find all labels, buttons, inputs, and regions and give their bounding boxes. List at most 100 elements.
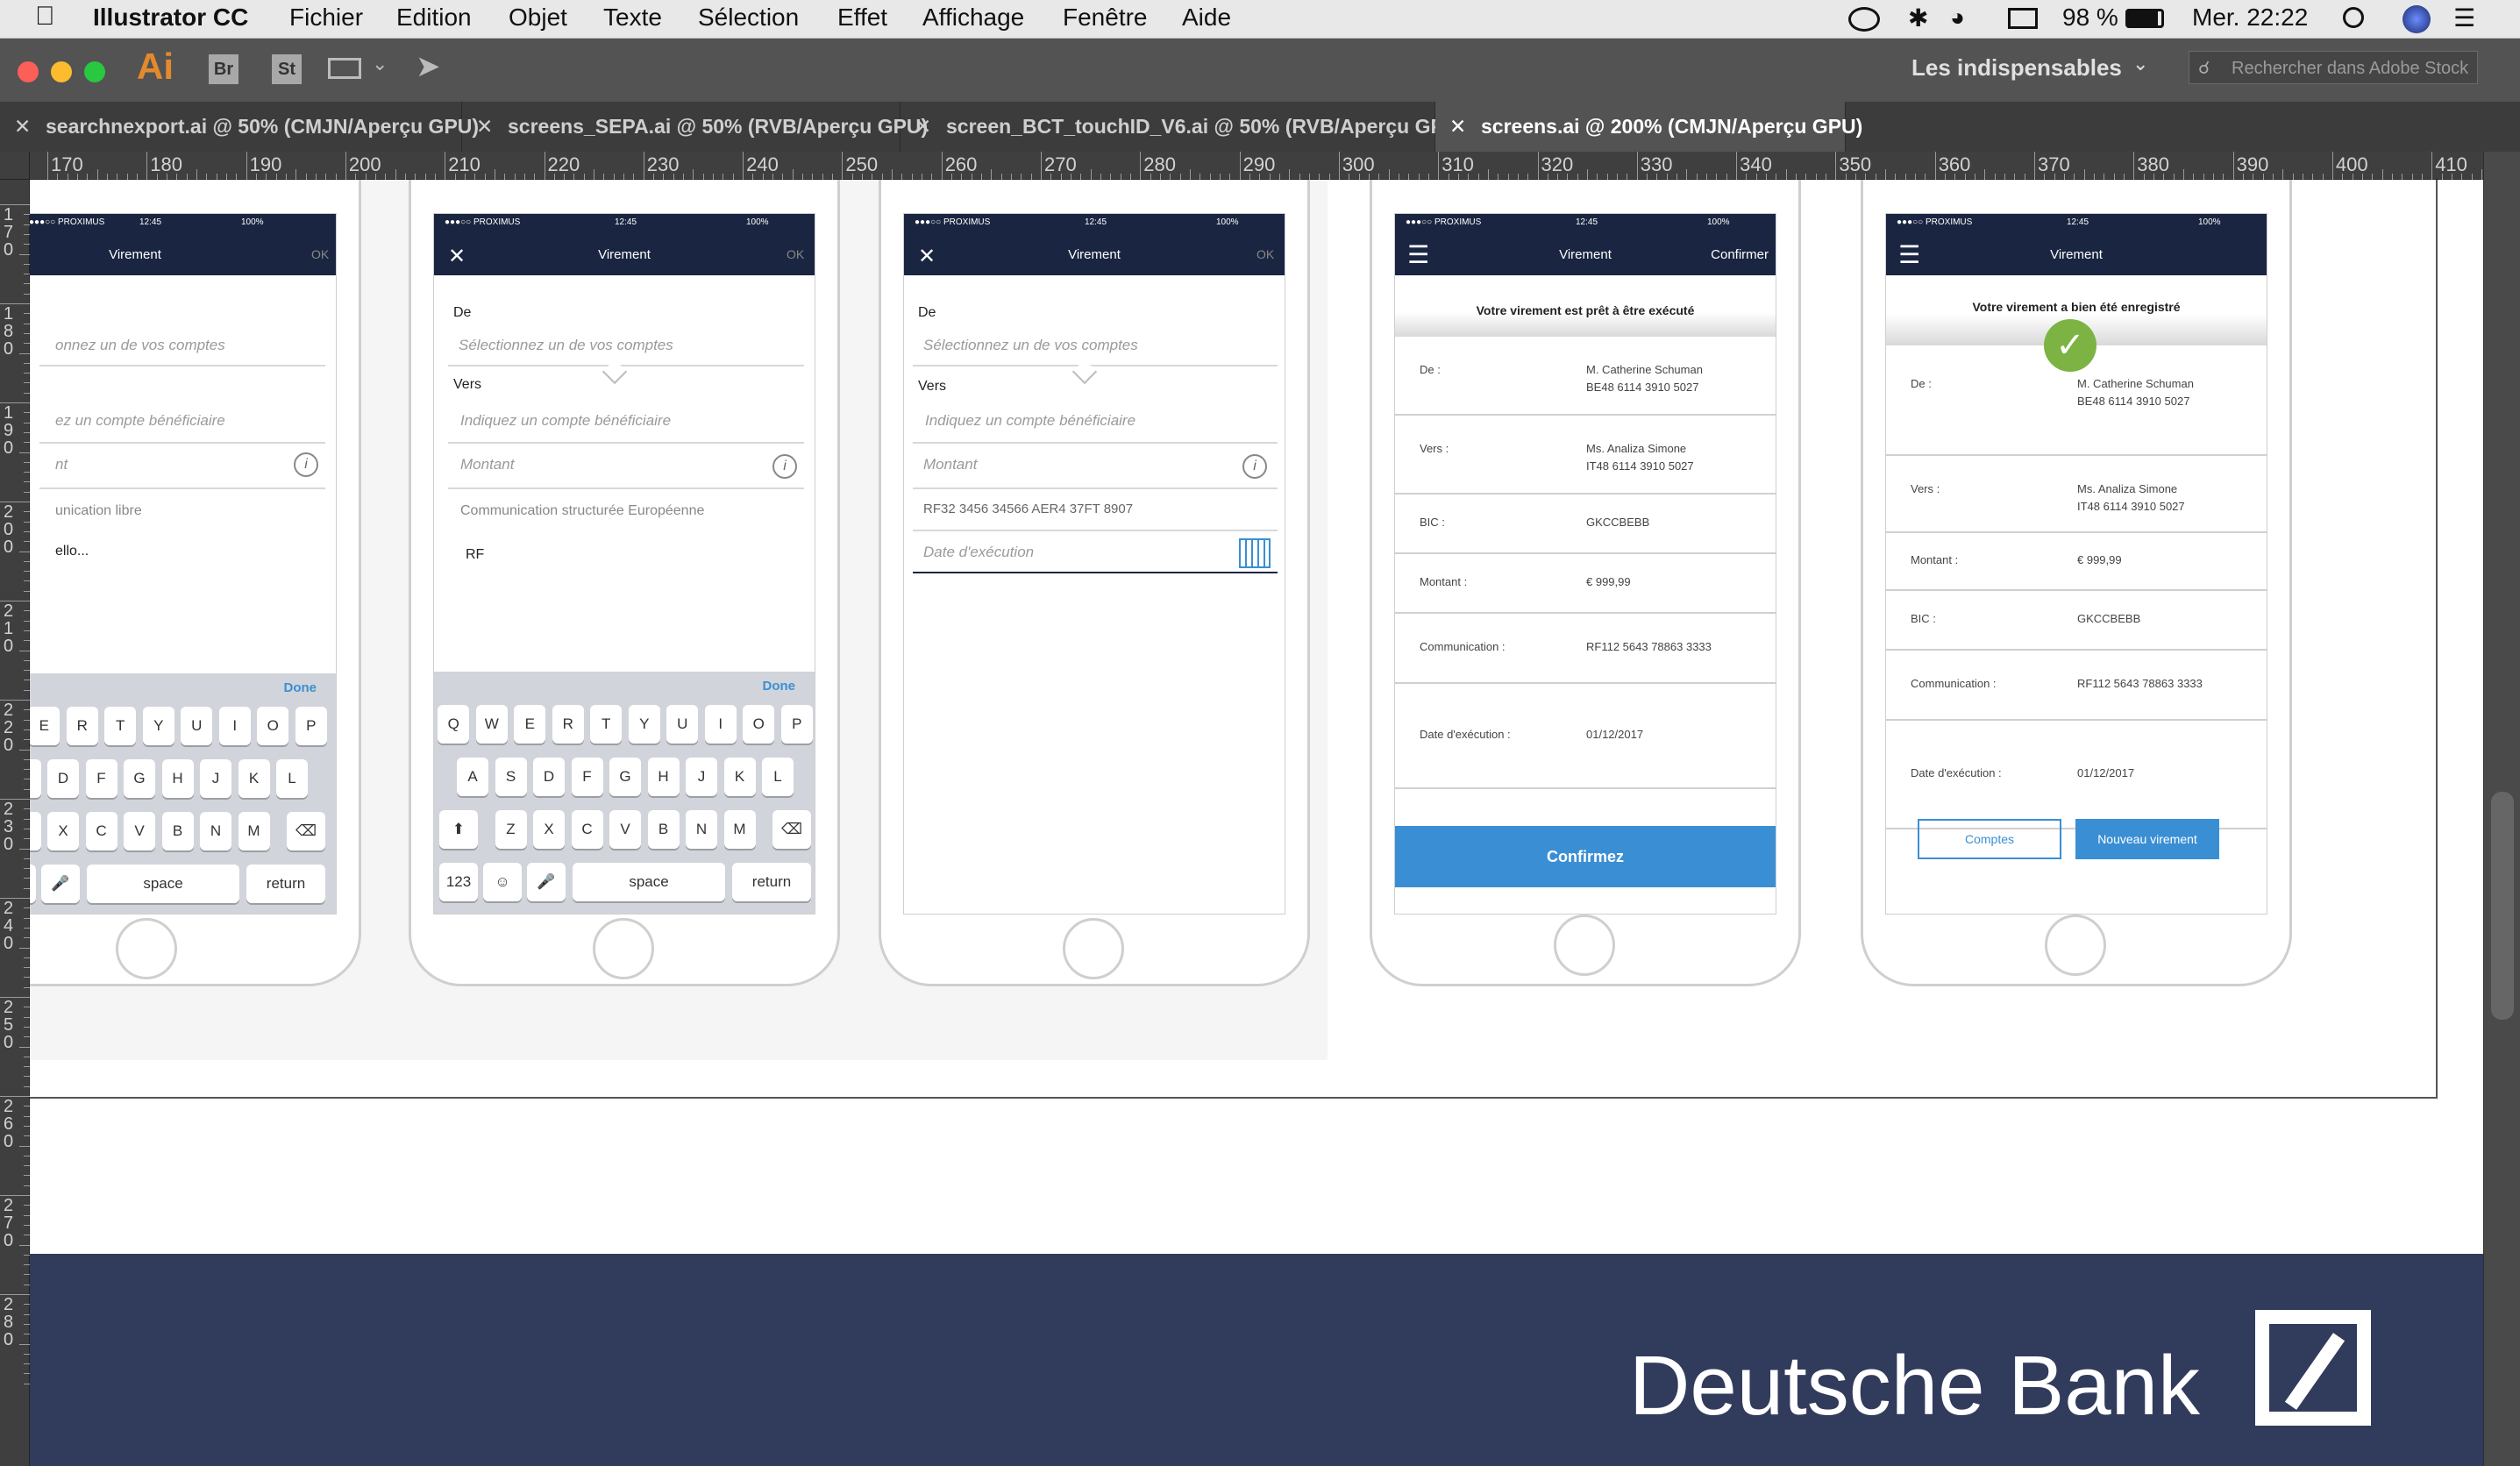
key-j[interactable]: J xyxy=(686,758,717,796)
return-key[interactable]: return xyxy=(246,865,325,903)
key-y[interactable]: Y xyxy=(142,707,174,745)
creative-cloud-icon[interactable] xyxy=(1848,7,1880,32)
message-text[interactable]: ello... xyxy=(55,544,89,559)
key-b[interactable]: B xyxy=(161,812,194,850)
dictation-key[interactable]: 🎤 xyxy=(41,865,80,903)
accounts-button[interactable]: Comptes xyxy=(1918,819,2061,859)
airplay-icon[interactable] xyxy=(2008,8,2038,29)
shift-key[interactable]: ⬆ xyxy=(439,810,478,849)
key-b[interactable]: B xyxy=(647,810,680,849)
key-d[interactable]: D xyxy=(533,758,565,796)
clock[interactable]: Mer. 22:22 xyxy=(2192,4,2308,32)
key-p[interactable]: P xyxy=(780,705,813,744)
siri-icon[interactable] xyxy=(2403,5,2431,33)
tab-screens-sepa[interactable]: ✕ screens_SEPA.ai @ 50% (RVB/Aperçu GPU) xyxy=(462,102,928,152)
key-f[interactable]: F xyxy=(571,758,603,796)
new-transfer-button[interactable]: Nouveau virement xyxy=(2075,819,2219,859)
key-q[interactable]: Q xyxy=(438,705,470,744)
rf-field[interactable]: RF xyxy=(466,547,484,563)
close-tab-icon[interactable]: ✕ xyxy=(14,102,31,152)
to-account-field[interactable]: Indiquez un compte bénéficiaire xyxy=(460,412,671,430)
key-o[interactable]: O xyxy=(257,707,289,745)
key-g[interactable]: G xyxy=(124,759,155,798)
vertical-ruler[interactable]: 170 180 190 200 210 220 230 240 250 260 270 280 xyxy=(0,152,30,1466)
horizontal-ruler[interactable]: 170 180 190 200 210 220 230 240 250 260 270 280 290 3… xyxy=(30,152,2512,180)
from-account-field[interactable]: Sélectionnez un de vos comptes xyxy=(459,337,673,354)
confirm-nav-button[interactable]: Confirmer xyxy=(1711,247,1769,262)
key-v[interactable]: V xyxy=(124,812,155,850)
key-o[interactable]: O xyxy=(743,705,775,744)
emoji-key[interactable]: ☺ xyxy=(30,865,36,903)
key-z[interactable]: Z xyxy=(495,810,527,849)
wifi-icon[interactable]: ◕ xyxy=(1950,4,1965,32)
execution-date-field[interactable]: Date d'exécution xyxy=(923,544,1034,561)
tab-searchnexport[interactable]: ✕ searchnexport.ai @ 50% (CMJN/Aperçu GPU… xyxy=(0,102,479,152)
menu-edition[interactable]: Edition xyxy=(396,4,472,32)
amount-field[interactable]: Montant xyxy=(923,456,977,473)
backspace-key[interactable]: ⌫ xyxy=(287,812,325,850)
key-e[interactable]: E xyxy=(30,707,61,745)
publish-icon[interactable]: ➤ xyxy=(416,49,441,84)
tab-screen-bct[interactable]: ✕ screen_BCT_touchID_V6.ai @ 50% (RVB/Ape… xyxy=(901,102,1465,152)
home-button[interactable] xyxy=(116,918,177,979)
key-h[interactable]: H xyxy=(647,758,680,796)
workspace-switcher[interactable]: Les indispensables xyxy=(1911,54,2122,82)
key-z[interactable]: Z xyxy=(30,812,41,850)
vertical-scrollbar[interactable] xyxy=(2483,152,2520,1466)
key-c[interactable]: C xyxy=(571,810,603,849)
spotlight-search-icon[interactable] xyxy=(2343,7,2364,28)
battery-icon[interactable] xyxy=(2125,9,2164,28)
from-account-field[interactable]: Sélectionnez un de vos comptes xyxy=(923,337,1138,354)
key-i[interactable]: I xyxy=(218,707,251,745)
menu-texte[interactable]: Texte xyxy=(603,4,662,32)
amount-field[interactable]: nt xyxy=(55,456,68,473)
menu-affichage[interactable]: Affichage xyxy=(922,4,1024,32)
apple-icon[interactable]:  xyxy=(35,2,55,32)
key-n[interactable]: N xyxy=(686,810,717,849)
from-account-field[interactable]: onnez un de vos comptes xyxy=(55,337,225,354)
close-window-icon[interactable] xyxy=(18,61,39,82)
key-t[interactable]: T xyxy=(104,707,137,745)
ok-button[interactable]: OK xyxy=(787,247,804,261)
ok-button[interactable]: OK xyxy=(311,247,329,261)
done-button[interactable]: Done xyxy=(284,680,317,695)
key-c[interactable]: C xyxy=(85,812,117,850)
return-key[interactable]: return xyxy=(732,863,811,901)
key-k[interactable]: K xyxy=(723,758,756,796)
key-x[interactable]: X xyxy=(47,812,79,850)
key-p[interactable]: P xyxy=(295,707,327,745)
minimize-window-icon[interactable] xyxy=(51,61,72,82)
space-key[interactable]: space xyxy=(573,863,725,901)
to-account-field[interactable]: Indiquez un compte bénéficiaire xyxy=(925,412,1135,430)
home-button[interactable] xyxy=(1063,918,1124,979)
ruler-origin[interactable] xyxy=(0,152,30,180)
amount-field[interactable]: Montant xyxy=(460,456,514,473)
key-u[interactable]: U xyxy=(666,705,699,744)
chevron-down-icon[interactable]: ⌄ xyxy=(372,53,388,75)
stock-search-field[interactable]: ☌ Rechercher dans Adobe Stock xyxy=(2189,51,2478,84)
done-button[interactable]: Done xyxy=(763,679,796,694)
key-w[interactable]: W xyxy=(475,705,508,744)
key-r[interactable]: R xyxy=(66,707,98,745)
key-x[interactable]: X xyxy=(533,810,565,849)
menu-selection[interactable]: Sélection xyxy=(698,4,799,32)
confirm-button[interactable]: Confirmez xyxy=(1395,826,1776,887)
key-h[interactable]: H xyxy=(161,759,194,798)
info-icon[interactable]: i xyxy=(1242,454,1267,479)
key-s[interactable]: S xyxy=(30,759,41,798)
key-n[interactable]: N xyxy=(200,812,231,850)
key-m[interactable]: M xyxy=(723,810,756,849)
menu-fenetre[interactable]: Fenêtre xyxy=(1063,4,1148,32)
tab-screens-active[interactable]: ✕ screens.ai @ 200% (CMJN/Aperçu GPU) xyxy=(1435,102,1862,152)
key-t[interactable]: T xyxy=(590,705,623,744)
app-menu[interactable]: Illustrator CC xyxy=(93,4,248,32)
notification-center-icon[interactable]: ☰ xyxy=(2453,4,2475,32)
stock-icon[interactable]: St xyxy=(272,54,302,84)
menu-fichier[interactable]: Fichier xyxy=(289,4,363,32)
home-button[interactable] xyxy=(593,918,654,979)
key-y[interactable]: Y xyxy=(628,705,660,744)
key-m[interactable]: M xyxy=(238,812,270,850)
key-a[interactable]: A xyxy=(457,758,488,796)
key-d[interactable]: D xyxy=(47,759,79,798)
key-g[interactable]: G xyxy=(609,758,641,796)
